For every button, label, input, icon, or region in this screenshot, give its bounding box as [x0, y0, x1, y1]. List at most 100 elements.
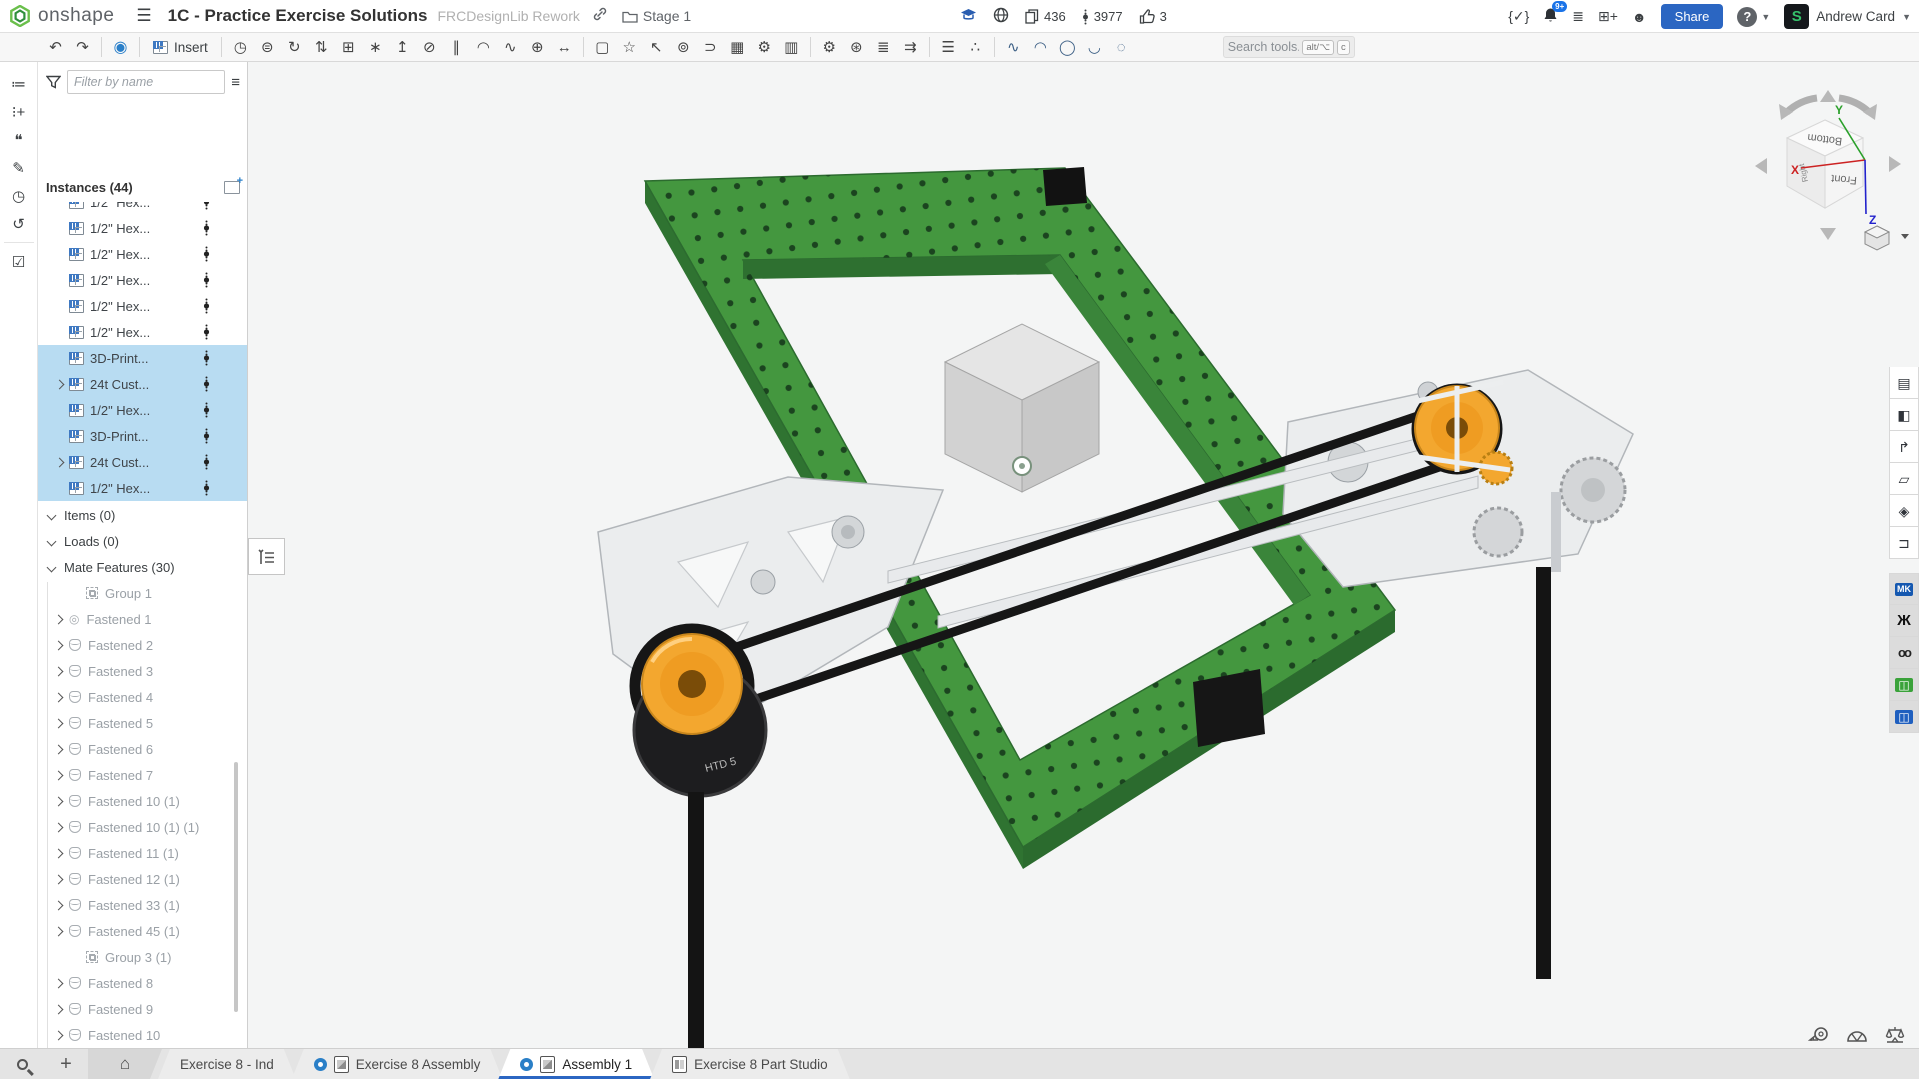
document-title[interactable]: 1C - Practice Exercise Solutions	[168, 6, 428, 26]
pin-slot-mate-button[interactable]: ⊘	[416, 35, 443, 59]
folder-location[interactable]: Stage 1	[622, 8, 691, 24]
chevron-right-icon[interactable]	[54, 718, 64, 728]
left-orange-pulley[interactable]	[642, 634, 742, 734]
add-tab-button[interactable]: +	[44, 1049, 88, 1079]
mate-feature-row[interactable]: ◎ Fastened 12 (1)	[38, 866, 248, 892]
app-bracket-icon[interactable]: ⊐	[1889, 527, 1919, 559]
mate-feature-row[interactable]: ◎ Fastened 7	[38, 762, 248, 788]
mate-feature-row[interactable]: ◎ Fastened 10 (1) (1)	[38, 814, 248, 840]
section-row[interactable]: Loads (0)	[38, 528, 248, 554]
panel-collapse-button[interactable]	[248, 538, 285, 575]
help-caret-icon[interactable]: ▼	[1761, 12, 1770, 22]
mate-feature-row[interactable]: ◎ Fastened 10 (1)	[38, 788, 248, 814]
relations-button[interactable]: ⚙	[816, 35, 843, 59]
filter-icon[interactable]	[46, 75, 61, 89]
roll-cw-arrow[interactable]	[1839, 98, 1869, 112]
mate-feature-row[interactable]: ◎ Fastened 8	[38, 970, 248, 996]
onshape-logo[interactable]: onshape	[0, 5, 114, 27]
cube-face-front[interactable]: Front	[1831, 172, 1858, 186]
instance-row[interactable]: 24t Cust...	[38, 371, 248, 397]
likes-stat[interactable]: 3	[1139, 9, 1167, 24]
right-leg[interactable]	[1536, 567, 1551, 979]
ball-mate-button[interactable]: ∗	[362, 35, 389, 59]
dof-indicator-icon[interactable]	[203, 350, 210, 366]
view-cube[interactable]: Bottom Front Right Y X Z	[1735, 68, 1919, 268]
insert-folder-icon[interactable]	[224, 181, 240, 194]
redo-button[interactable]: ↷	[69, 35, 96, 59]
transform-button[interactable]: ▢	[589, 35, 616, 59]
undo-button[interactable]: ↶	[42, 35, 69, 59]
chevron-right-icon[interactable]	[54, 796, 64, 806]
gear-relation-button[interactable]: ⊛	[843, 35, 870, 59]
rotate-down-arrow[interactable]	[1820, 228, 1836, 240]
comments-icon[interactable]: ❝	[4, 126, 34, 154]
rack-relation-button[interactable]: ≣	[870, 35, 897, 59]
mate-feature-row[interactable]: ◎ Fastened 2	[38, 632, 248, 658]
viewport[interactable]: HTD 5	[248, 62, 1919, 1048]
mate-feature-row[interactable]: ◎ Fastened 1	[38, 606, 248, 632]
dof-indicator-icon[interactable]	[203, 272, 210, 288]
app-pinwheel-icon[interactable]: ◈	[1889, 495, 1919, 527]
chevron-right-icon[interactable]	[54, 900, 64, 910]
mate-feature-row[interactable]: ◎ Fastened 10	[38, 1022, 248, 1048]
instance-row[interactable]: 1/2" Hex...	[38, 215, 248, 241]
public-globe-icon[interactable]	[993, 7, 1009, 26]
notifications-bell-icon[interactable]: 9+	[1543, 7, 1558, 26]
slider-mate-button[interactable]: ⇅	[308, 35, 335, 59]
tasks-icon[interactable]: ≣	[1572, 8, 1584, 25]
chevron-down-icon[interactable]	[47, 510, 57, 520]
home-tab[interactable]: ⌂	[88, 1049, 162, 1079]
dof-indicator-icon[interactable]	[203, 298, 210, 314]
instance-row[interactable]: 24t Cust...	[38, 449, 248, 475]
dev-tools-icon[interactable]: {✓}	[1508, 8, 1529, 25]
bom-panel-icon[interactable]: ▤	[1889, 367, 1919, 399]
mass-properties-icon[interactable]	[1883, 1025, 1907, 1045]
tape-measure-icon[interactable]	[1807, 1025, 1831, 1045]
mate-feature-row[interactable]: ◎ Group 3 (1)	[38, 944, 248, 970]
curve-mate-button[interactable]: ∿	[497, 35, 524, 59]
link-icon[interactable]	[592, 6, 608, 27]
assembly-3d-view[interactable]: HTD 5	[248, 62, 1919, 1048]
chevron-right-icon[interactable]	[55, 379, 65, 389]
origin-marker[interactable]	[1013, 457, 1031, 475]
chevron-right-icon[interactable]	[54, 1004, 64, 1014]
section-row[interactable]: Items (0)	[38, 502, 248, 528]
mate-feature-row[interactable]: ◎ Fastened 9	[38, 996, 248, 1022]
instance-row[interactable]: 3D-Print...	[38, 423, 248, 449]
assembly-structure-icon[interactable]: ≔	[4, 70, 34, 98]
dof-indicator-icon[interactable]	[203, 202, 210, 210]
replicate-button[interactable]: ⇉	[897, 35, 924, 59]
mate-feature-row[interactable]: ◎ Fastened 6	[38, 736, 248, 762]
instance-row[interactable]: 1/2" Hex...	[38, 267, 248, 293]
protractor-icon[interactable]	[1845, 1025, 1869, 1045]
instance-row[interactable]: 1/2" Hex...	[38, 293, 248, 319]
release-notes-icon[interactable]: ✎	[4, 154, 34, 182]
robot-app-icon[interactable]: oo	[1889, 637, 1919, 669]
mate-feature-row[interactable]: ◎ Fastened 3	[38, 658, 248, 684]
dimension-panel-icon[interactable]: ▱	[1889, 463, 1919, 495]
instance-row[interactable]: 1/2" Hex...	[38, 319, 248, 345]
chevron-down-icon[interactable]	[47, 562, 57, 572]
chevron-right-icon[interactable]	[54, 640, 64, 650]
fastened-mate-button[interactable]: ⊜	[254, 35, 281, 59]
chevron-right-icon[interactable]	[54, 926, 64, 936]
hamburger-menu-icon[interactable]: ☰	[136, 6, 151, 26]
copies-stat[interactable]: 436	[1025, 9, 1066, 24]
rotate-up-arrow[interactable]	[1820, 90, 1836, 102]
derived-part-icon[interactable]: ↱	[1889, 431, 1919, 463]
dof-indicator-icon[interactable]	[203, 402, 210, 418]
degrees-of-freedom-icon[interactable]: ⁝+	[4, 98, 34, 126]
chevron-right-icon[interactable]	[54, 978, 64, 988]
tangent-mate-button[interactable]: ◠	[470, 35, 497, 59]
blue-book-app-icon[interactable]: ◫	[1889, 701, 1919, 733]
edit-in-context-button[interactable]: ↖	[643, 35, 670, 59]
corner-block[interactable]	[1193, 669, 1265, 747]
chevron-right-icon[interactable]	[54, 848, 64, 858]
mate-feature-row[interactable]: ◎ Fastened 33 (1)	[38, 892, 248, 918]
hide-tool-button[interactable]: ◡	[1081, 35, 1108, 59]
user-menu[interactable]: S Andrew Card ▼	[1784, 4, 1911, 29]
revolute-mate-button[interactable]: ↻	[281, 35, 308, 59]
instance-row[interactable]: 1/2" Hex...	[38, 241, 248, 267]
mate-connector-button[interactable]: ⊕	[524, 35, 551, 59]
exploded-view-button[interactable]: ∴	[962, 35, 989, 59]
